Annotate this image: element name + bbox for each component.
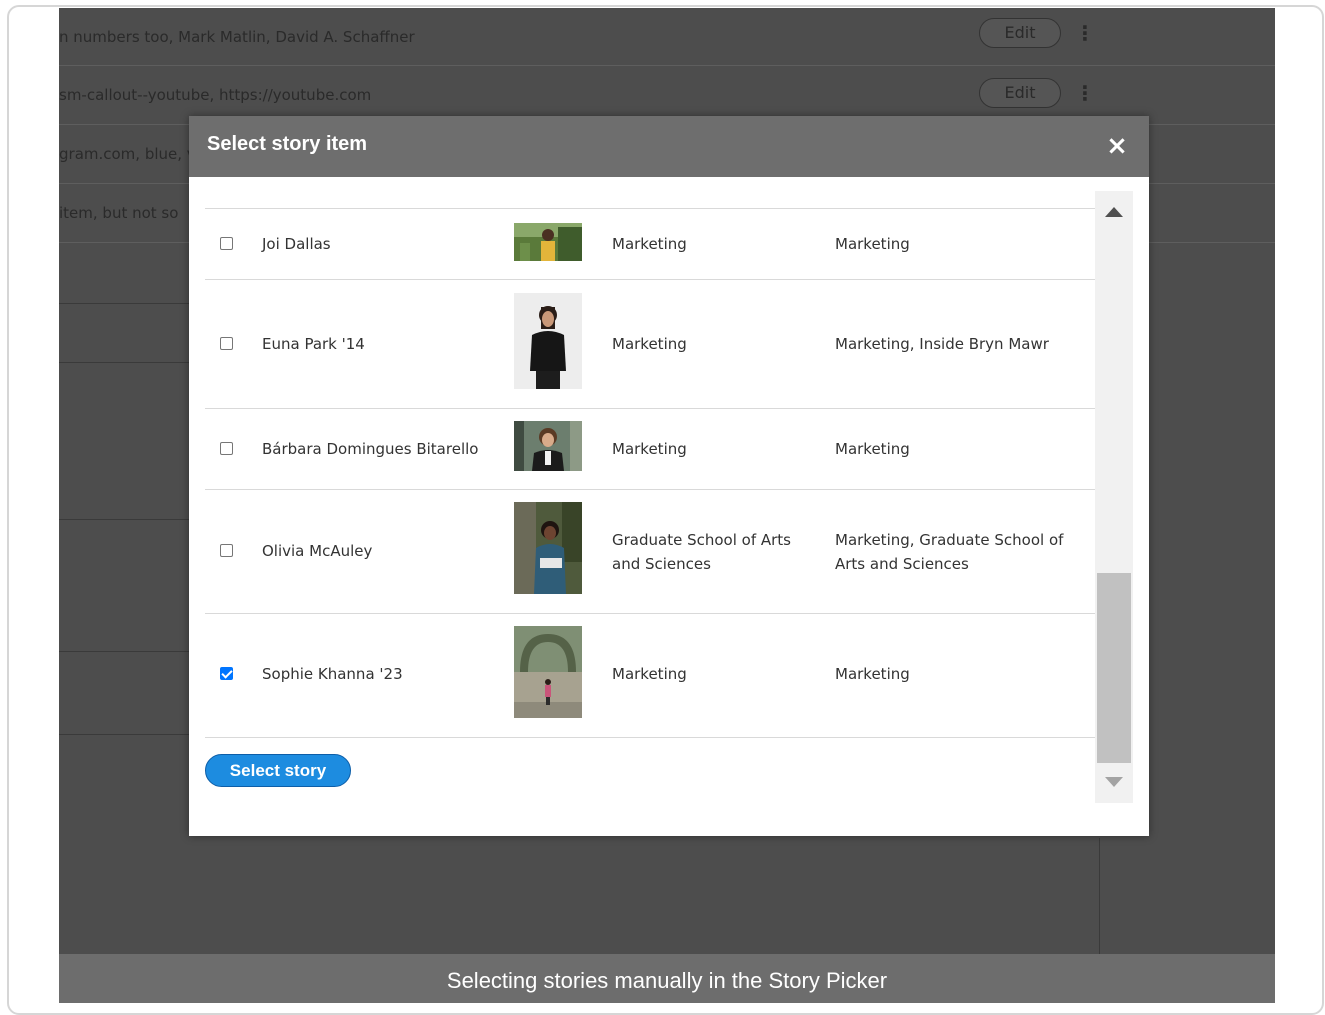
row-checkbox[interactable] (220, 237, 233, 250)
bg-divider (59, 651, 189, 652)
story-name: Sophie Khanna '23 (262, 665, 403, 683)
bg-row-text: n numbers too, Mark Matlin, David A. Sch… (59, 27, 415, 46)
story-thumbnail (514, 293, 582, 389)
bg-divider (59, 303, 189, 304)
bg-divider (59, 519, 189, 520)
row-checkbox[interactable] (220, 544, 233, 557)
caption: Selecting stories manually in the Story … (59, 954, 1275, 1003)
bg-divider (1099, 838, 1100, 954)
story-thumbnail (514, 223, 582, 261)
row-checkbox[interactable] (220, 667, 233, 680)
story-category: Marketing (612, 440, 687, 458)
kebab-menu-icon[interactable]: ⋮ (1075, 78, 1095, 108)
select-story-button[interactable]: Select story (205, 754, 351, 787)
edit-button[interactable]: Edit (979, 78, 1061, 108)
edit-button[interactable]: Edit (979, 18, 1061, 48)
scroll-down-arrow-icon[interactable] (1105, 777, 1123, 787)
dialog-scrollbar[interactable] (1095, 191, 1133, 803)
scrollbar-thumb[interactable] (1097, 573, 1131, 763)
row-checkbox[interactable] (220, 442, 233, 455)
story-tags: Marketing (835, 440, 910, 458)
dialog-header: Select story item × (189, 116, 1149, 177)
table-row: Sophie Khanna '23 Marketing Marketing (205, 614, 1095, 738)
select-story-dialog: Select story item × Joi Dallas Marketing… (189, 116, 1149, 836)
story-name: Joi Dallas (262, 235, 331, 253)
story-name: Bárbara Domingues Bitarello (262, 440, 479, 458)
story-category: Marketing (612, 665, 687, 683)
story-thumbnail (514, 421, 582, 471)
story-tags: Marketing (835, 665, 910, 683)
story-category: Marketing (612, 335, 687, 353)
table-row: Joi Dallas Marketing Marketing (205, 209, 1095, 280)
story-thumbnail (514, 502, 582, 594)
story-name: Olivia McAuley (262, 542, 373, 560)
kebab-menu-icon[interactable]: ⋮ (1075, 18, 1095, 48)
bg-row-text: gram.com, blue, v (59, 144, 196, 163)
story-tags: Marketing, Inside Bryn Mawr (835, 335, 1049, 353)
scroll-up-arrow-icon[interactable] (1105, 207, 1123, 217)
row-checkbox[interactable] (220, 337, 233, 350)
story-tags: Marketing, Graduate School of Arts and S… (835, 531, 1064, 573)
bg-divider (59, 734, 189, 735)
bg-row-text: item, but not so (59, 203, 179, 222)
story-tags: Marketing (835, 235, 910, 253)
table-row: Euna Park '14 Marketing Marketing, Insid… (205, 280, 1095, 409)
story-category: Marketing (612, 235, 687, 253)
dialog-title: Select story item (207, 133, 368, 155)
story-thumbnail (514, 626, 582, 718)
close-icon[interactable]: × (1103, 130, 1131, 162)
story-name: Euna Park '14 (262, 335, 365, 353)
bg-divider (59, 362, 189, 363)
bg-row-text: sm-callout--youtube, https://youtube.com (59, 85, 372, 104)
story-category: Graduate School of Arts and Sciences (612, 531, 791, 573)
table-row: Bárbara Domingues Bitarello Marketing Ma… (205, 409, 1095, 490)
table-row: Olivia McAuley Graduate School of Arts a… (205, 490, 1095, 614)
